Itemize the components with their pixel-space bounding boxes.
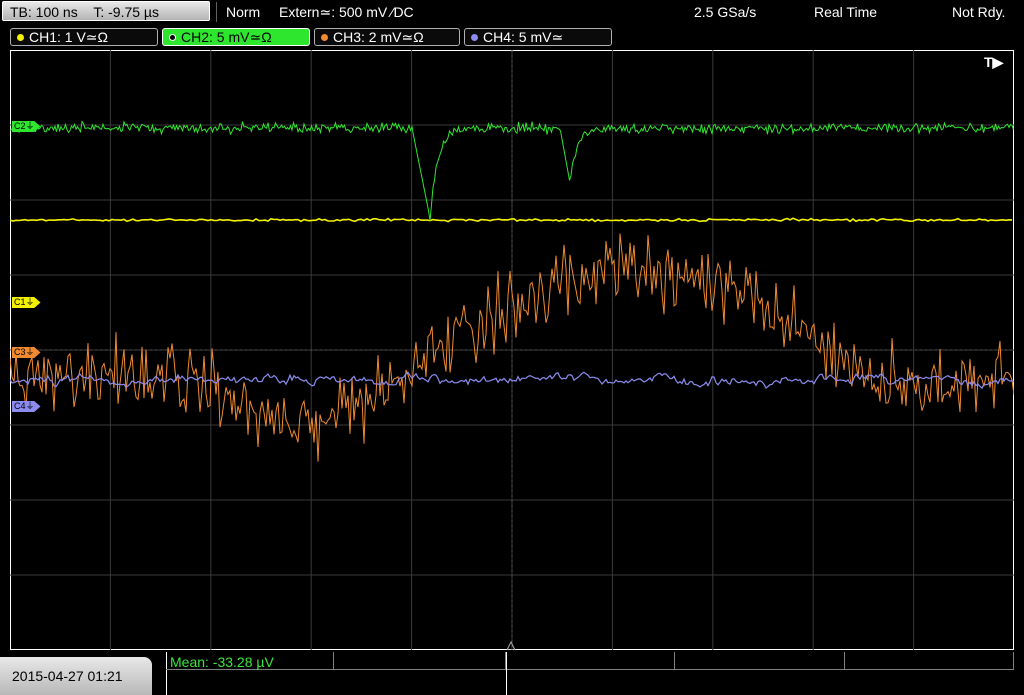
waveform-canvas [10,50,1014,650]
divider [506,652,507,695]
acquisition-state: Not Rdy. [952,4,1006,20]
ch2-dot-icon [169,34,176,41]
tab-ch2[interactable]: CH2: 5 mV≃Ω [162,28,310,46]
tab-ch4[interactable]: CH4: 5 mV≃ [464,28,612,46]
timebase-box[interactable]: TB: 100 ns T: -9.75 µs [2,1,210,21]
tab-ch3[interactable]: CH3: 2 mV≃Ω [314,28,460,46]
ch1-dot-icon [17,34,24,41]
trigger-source[interactable]: Extern≃: 500 mV ⁄DC [279,3,414,21]
ch3-label: CH3: 2 mV≃Ω [333,29,424,45]
graticule [10,50,1014,650]
status-bar: TB: 100 ns T: -9.75 µs Norm Extern≃: 500… [0,0,1024,25]
timestamp: 2015-04-27 01:21 [0,657,152,695]
measurement-cell-empty[interactable] [845,652,1014,670]
measurement-cell-empty[interactable] [507,652,675,670]
ch3-dot-icon [321,34,328,41]
tab-ch1[interactable]: CH1: 1 V≃Ω [10,28,158,46]
measurement-mean: Mean: -33.28 µV [170,654,274,670]
acquisition-mode[interactable]: Real Time [814,3,877,21]
sample-rate[interactable]: 2.5 GSa/s [694,3,756,21]
ch2-label: CH2: 5 mV≃Ω [181,29,272,45]
ch4-label: CH4: 5 mV≃ [483,29,564,45]
ch1-label: CH1: 1 V≃Ω [29,29,108,45]
divider [216,2,217,22]
trigger-time-value: T: -9.75 µs [93,4,159,20]
measurement-cell-empty[interactable] [334,652,506,670]
ch4-dot-icon [471,34,478,41]
ch1-trace [10,217,1013,223]
measurement-cell-empty[interactable] [675,652,845,670]
trigger-mode[interactable]: Norm [226,3,260,21]
trigger-position-icon [506,640,516,650]
trigger-indicator: T▶ [984,54,1004,70]
timebase-value: TB: 100 ns [10,4,78,20]
